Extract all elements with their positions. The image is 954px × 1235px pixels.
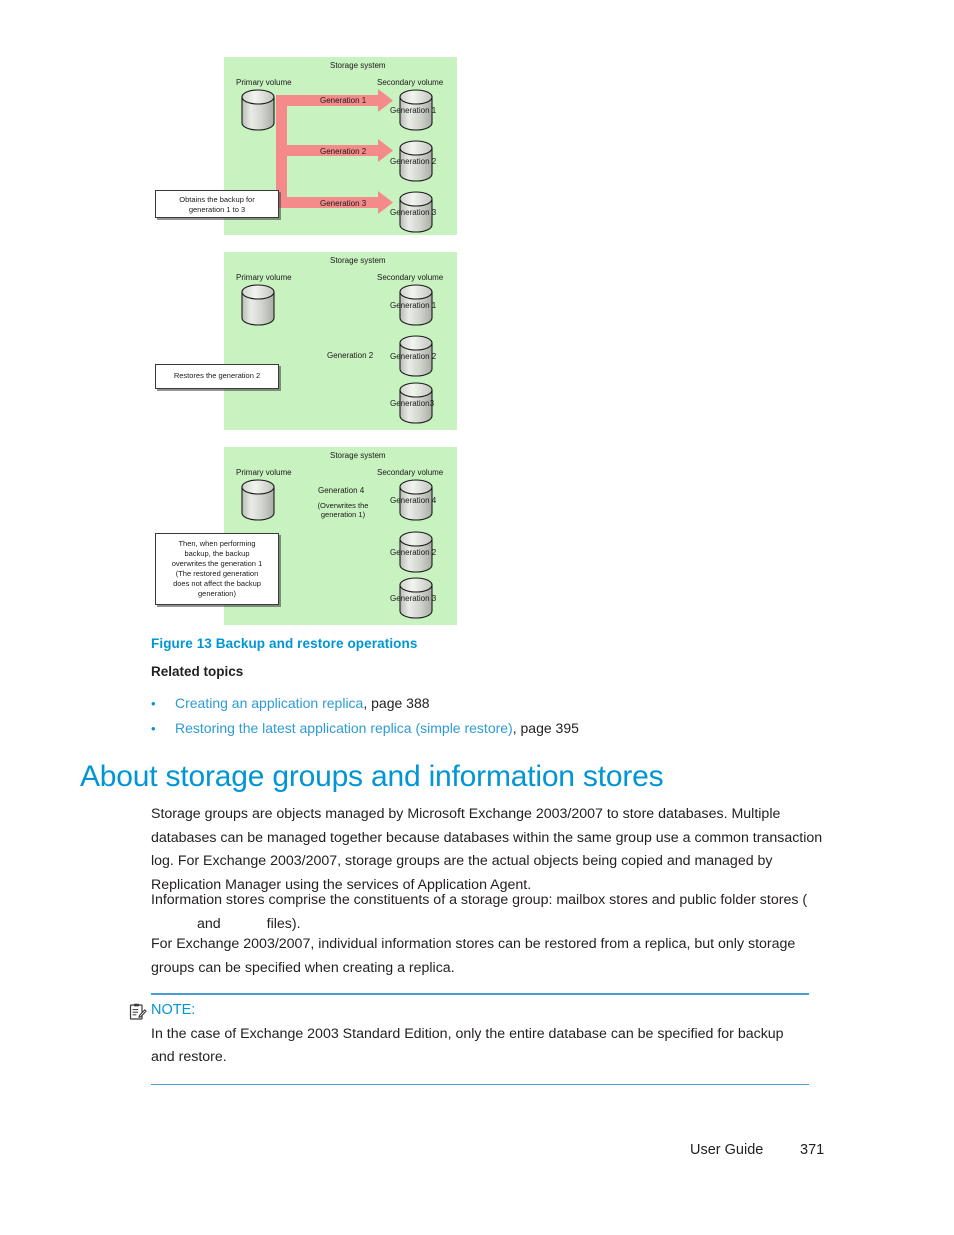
panel-3-primary-volume-label: Primary volume xyxy=(236,468,292,477)
footer-page-number: 371 xyxy=(800,1142,825,1158)
panel-1-cylinder-label-3: Generation 3 xyxy=(390,208,437,217)
related-link-1[interactable]: Creating an application replica xyxy=(175,695,363,711)
note-label: NOTE: xyxy=(151,1001,196,1018)
note-body-text: In the case of Exchange 2003 Standard Ed… xyxy=(151,1025,784,1066)
figure-caption: Figure 13 Backup and restore operations xyxy=(151,636,418,651)
page-footer: User Guide 371 xyxy=(0,1142,954,1166)
related-topics-heading: Related topics xyxy=(151,664,244,679)
panel-1-cylinder-label-1: Generation 1 xyxy=(390,106,437,115)
panel-1-arrow-label-3: Generation 3 xyxy=(320,199,367,208)
panel-2-secondary-volume-label: Secondary volume xyxy=(377,273,444,282)
paragraph-information-stores: Information stores comprise the constitu… xyxy=(151,889,829,936)
panel-3-arrow-label-1: Generation 4 xyxy=(318,486,365,495)
panel-3-cylinder-label-3: Generation 3 xyxy=(390,594,437,603)
panel-3-cylinder-label-2: Generation 2 xyxy=(390,548,437,557)
bullet-icon: • xyxy=(151,696,156,711)
paragraph-info-part2: and xyxy=(197,915,221,932)
panel-1-arrow-label-1: Generation 1 xyxy=(320,96,367,105)
note-top-rule xyxy=(151,993,809,995)
panel-1-secondary-volume-label: Secondary volume xyxy=(377,78,444,87)
panel-3-arrow-sublabel: (Overwrites the generation 1) xyxy=(317,501,369,520)
panel-1-primary-volume-label: Primary volume xyxy=(236,78,292,87)
panel-2-cylinder-label-2: Generation 2 xyxy=(390,352,437,361)
panel-2-storage-system-label: Storage system xyxy=(330,256,386,265)
panel-1-arrow-label-2: Generation 2 xyxy=(320,147,367,156)
note-box: NOTE: In the case of Exchange 2003 Stand… xyxy=(129,993,809,1085)
related-link-2[interactable]: Restoring the latest application replica… xyxy=(175,720,513,736)
panel-2-cylinder-label-3: Generation3 xyxy=(390,399,435,408)
list-item[interactable]: • Creating an application replica, page … xyxy=(151,691,811,716)
panel-2-primary-volume-label: Primary volume xyxy=(236,273,292,282)
panel-3-secondary-volume-label: Secondary volume xyxy=(377,468,444,477)
panel-3-callout: Then, when performing backup, the backup o… xyxy=(155,533,279,605)
related-page-1: , page 388 xyxy=(363,695,430,711)
panel-1-cylinder-label-2: Generation 2 xyxy=(390,157,437,166)
panel-2-arrow-label-1: Generation 2 xyxy=(327,351,374,360)
panel-2-callout: Restores the generation 2 xyxy=(155,364,279,389)
panel-2-cylinder-label-1: Generation 1 xyxy=(390,301,437,310)
footer-guide-label: User Guide xyxy=(690,1142,764,1158)
diagram-arrows-layer xyxy=(275,89,393,502)
page-title: About storage groups and information sto… xyxy=(80,760,664,793)
paragraph-info-part3: files). xyxy=(266,915,301,932)
note-header: NOTE: xyxy=(129,997,809,1023)
note-clipboard-icon xyxy=(129,1003,147,1021)
list-item[interactable]: • Restoring the latest application repli… xyxy=(151,716,811,741)
related-page-2: , page 395 xyxy=(512,720,579,736)
panel-3-primary-cylinder xyxy=(240,478,276,522)
note-bottom-rule xyxy=(151,1083,809,1085)
panel-2-primary-cylinder xyxy=(240,283,276,327)
panel-1-primary-cylinder xyxy=(240,88,276,132)
bullet-icon: • xyxy=(151,721,156,736)
paragraph-exchange-restore: For Exchange 2003/2007, individual infor… xyxy=(151,936,796,976)
paragraph-storage-groups: Storage groups are objects managed by Mi… xyxy=(151,806,823,893)
panel-1-storage-system-label: Storage system xyxy=(330,61,386,70)
paragraph-info-part1: Information stores comprise the constitu… xyxy=(151,892,808,908)
panel-1-callout: Obtains the backup for generation 1 to 3 xyxy=(155,190,279,218)
panel-3-storage-system-label: Storage system xyxy=(330,451,386,460)
related-topics-list: • Creating an application replica, page … xyxy=(151,691,811,741)
figure-backup-restore-operations: Storage system Primary volume Secondary … xyxy=(0,0,954,630)
